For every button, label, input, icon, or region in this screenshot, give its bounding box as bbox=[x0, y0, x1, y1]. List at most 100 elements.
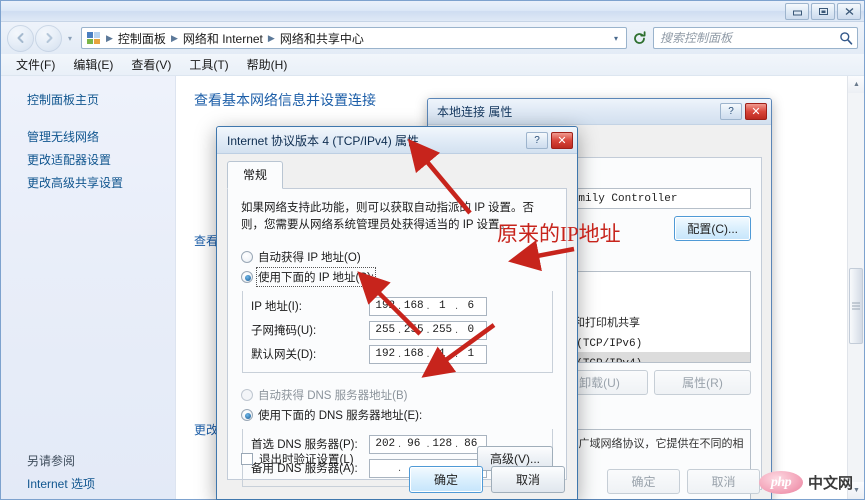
sidebar: 控制面板主页 管理无线网络 更改适配器设置 更改高级共享设置 另请参阅 Inte… bbox=[1, 76, 176, 499]
close-icon[interactable]: ✕ bbox=[745, 103, 767, 120]
subnet-mask-row: 子网掩码(U): 255 . 255 . 255 . 0 bbox=[251, 321, 544, 340]
fg-dialog-footer: 确定 取消 bbox=[217, 466, 577, 493]
sidebar-item-manage-wireless[interactable]: 管理无线网络 bbox=[1, 125, 175, 148]
fg-dialog-tabs: 常规 bbox=[217, 154, 577, 189]
nav-buttons: ▾ bbox=[7, 25, 77, 52]
radio-auto-ip[interactable]: 自动获得 IP 地址(O) bbox=[241, 247, 553, 267]
tcpip4-properties-dialog: Internet 协议版本 4 (TCP/IPv4) 属性 ? ✕ 常规 如果网… bbox=[216, 126, 578, 500]
address-dropdown-icon[interactable]: ▾ bbox=[608, 34, 624, 43]
ip-mode-group: 自动获得 IP 地址(O) 使用下面的 IP 地址(S): IP 地址(I): … bbox=[241, 247, 553, 373]
ip-octet-2[interactable]: 168 bbox=[402, 300, 427, 312]
subnet-octet-1[interactable]: 255 bbox=[373, 324, 398, 336]
menu-tools[interactable]: 工具(T) bbox=[180, 54, 237, 75]
validate-settings-checkbox[interactable] bbox=[241, 453, 253, 465]
radio-auto-ip-icon[interactable] bbox=[241, 251, 253, 263]
subnet-mask-label: 子网掩码(U): bbox=[251, 322, 369, 338]
back-button[interactable] bbox=[7, 25, 34, 52]
breadcrumb-item-1[interactable]: 网络和 Internet bbox=[180, 29, 266, 48]
ip-address-label: IP 地址(I): bbox=[251, 298, 369, 314]
default-gateway-input[interactable]: 192 . 168 . 1 . 1 bbox=[369, 345, 487, 364]
help-icon[interactable]: ? bbox=[526, 132, 548, 149]
radio-manual-ip-icon[interactable] bbox=[241, 271, 253, 283]
configure-button[interactable]: 配置(C)... bbox=[674, 216, 751, 241]
subnet-octet-3[interactable]: 255 bbox=[430, 324, 455, 336]
breadcrumb-sep-icon: ▶ bbox=[266, 33, 277, 44]
validate-settings-row[interactable]: 退出时验证设置(L) bbox=[241, 451, 354, 467]
dialog-description: 如果网络支持此功能，则可以获取自动指派的 IP 设置。否则，您需要从网络系统管理… bbox=[241, 200, 553, 235]
menu-file[interactable]: 文件(F) bbox=[7, 54, 64, 75]
sidebar-item-change-advanced-sharing[interactable]: 更改高级共享设置 bbox=[1, 171, 175, 194]
address-bar[interactable]: ▶ 控制面板 ▶ 网络和 Internet ▶ 网络和共享中心 ▾ bbox=[81, 27, 627, 49]
bg-dialog-title-bar: 本地连接 属性 ? ✕ bbox=[428, 99, 771, 125]
help-icon[interactable]: ? bbox=[720, 103, 742, 120]
sidebar-item-change-adapter-settings[interactable]: 更改适配器设置 bbox=[1, 148, 175, 171]
menu-help[interactable]: 帮助(H) bbox=[238, 54, 297, 75]
gateway-octet-2[interactable]: 168 bbox=[402, 348, 427, 360]
radio-manual-ip-label: 使用下面的 IP 地址(S): bbox=[258, 269, 374, 285]
scrollbar-grip-icon bbox=[852, 303, 860, 310]
pdns-octet-2[interactable]: 96 bbox=[402, 438, 427, 450]
php-logo-icon: php bbox=[759, 471, 803, 494]
radio-manual-dns-icon[interactable] bbox=[241, 409, 253, 421]
close-icon[interactable]: ✕ bbox=[551, 132, 573, 149]
history-dropdown-icon[interactable]: ▾ bbox=[63, 28, 77, 48]
maximize-icon[interactable] bbox=[811, 3, 835, 20]
radio-auto-ip-label: 自动获得 IP 地址(O) bbox=[258, 249, 361, 265]
scroll-up-icon[interactable]: ▲ bbox=[848, 76, 864, 93]
radio-manual-dns[interactable]: 使用下面的 DNS 服务器地址(E): bbox=[241, 405, 553, 425]
breadcrumb-item-2[interactable]: 网络和共享中心 bbox=[277, 29, 367, 48]
minimize-icon[interactable] bbox=[785, 3, 809, 20]
ok-button[interactable]: 确定 bbox=[409, 466, 483, 493]
radio-auto-dns-label: 自动获得 DNS 服务器地址(B) bbox=[258, 387, 408, 403]
radio-auto-dns-icon[interactable] bbox=[241, 389, 253, 401]
gateway-octet-4[interactable]: 1 bbox=[459, 348, 484, 360]
gateway-octet-3[interactable]: 1 bbox=[430, 348, 455, 360]
default-gateway-row: 默认网关(D): 192 . 168 . 1 . 1 bbox=[251, 345, 544, 364]
default-gateway-label: 默认网关(D): bbox=[251, 346, 369, 362]
scrollbar-thumb[interactable] bbox=[849, 268, 863, 344]
watermark: php 中文网 bbox=[759, 471, 853, 494]
spacer bbox=[1, 111, 175, 125]
tab-general[interactable]: 常规 bbox=[227, 161, 283, 189]
fg-dialog-panel: 如果网络支持此功能，则可以获取自动指派的 IP 设置。否则，您需要从网络系统管理… bbox=[227, 188, 567, 480]
search-input[interactable] bbox=[658, 30, 839, 46]
menu-bar: 文件(F) 编辑(E) 查看(V) 工具(T) 帮助(H) bbox=[1, 54, 864, 76]
close-icon[interactable] bbox=[837, 3, 861, 20]
ip-octet-1[interactable]: 192 bbox=[373, 300, 398, 312]
radio-auto-dns[interactable]: 自动获得 DNS 服务器地址(B) bbox=[241, 385, 553, 405]
menu-view[interactable]: 查看(V) bbox=[122, 54, 180, 75]
sidebar-also-see-label: 另请参阅 bbox=[1, 450, 175, 473]
properties-button[interactable]: 属性(R) bbox=[654, 370, 751, 395]
ip-address-input[interactable]: 192 . 168 . 1 . 6 bbox=[369, 297, 487, 316]
sidebar-item-control-panel-home[interactable]: 控制面板主页 bbox=[1, 88, 175, 111]
ip-octet-3[interactable]: 1 bbox=[430, 300, 455, 312]
control-panel-icon bbox=[86, 30, 102, 46]
search-icon[interactable] bbox=[839, 31, 853, 45]
preferred-dns-label: 首选 DNS 服务器(P): bbox=[251, 436, 369, 452]
content-scrollbar[interactable]: ▲ ▼ bbox=[847, 76, 864, 499]
gateway-octet-1[interactable]: 192 bbox=[373, 348, 398, 360]
sidebar-item-internet-options[interactable]: Internet 选项 bbox=[1, 473, 175, 495]
subnet-octet-2[interactable]: 255 bbox=[402, 324, 427, 336]
ok-button[interactable]: 确定 bbox=[607, 469, 680, 494]
menu-edit[interactable]: 编辑(E) bbox=[64, 54, 122, 75]
refresh-icon[interactable] bbox=[629, 28, 649, 48]
preferred-dns-input[interactable]: 202 . 96 . 128 . 86 bbox=[369, 435, 487, 454]
ip-address-row: IP 地址(I): 192 . 168 . 1 . 6 bbox=[251, 297, 544, 316]
pdns-octet-1[interactable]: 202 bbox=[373, 438, 398, 450]
breadcrumb-item-0[interactable]: 控制面板 bbox=[115, 29, 169, 48]
radio-manual-ip[interactable]: 使用下面的 IP 地址(S): bbox=[241, 267, 553, 287]
subnet-octet-4[interactable]: 0 bbox=[459, 324, 484, 336]
navigation-bar: ▾ ▶ 控制面板 ▶ 网络和 Internet ▶ bbox=[1, 22, 864, 54]
screen: ▾ ▶ 控制面板 ▶ 网络和 Internet ▶ bbox=[0, 0, 865, 500]
pdns-octet-3[interactable]: 128 bbox=[430, 438, 455, 450]
validate-settings-label: 退出时验证设置(L) bbox=[259, 451, 354, 467]
search-box[interactable] bbox=[653, 27, 858, 49]
cancel-button[interactable]: 取消 bbox=[687, 469, 760, 494]
subnet-mask-input[interactable]: 255 . 255 . 255 . 0 bbox=[369, 321, 487, 340]
window-controls bbox=[785, 3, 861, 20]
ip-octet-4[interactable]: 6 bbox=[459, 300, 484, 312]
window-title-bar bbox=[1, 1, 864, 22]
forward-button[interactable] bbox=[35, 25, 62, 52]
cancel-button[interactable]: 取消 bbox=[491, 466, 565, 493]
